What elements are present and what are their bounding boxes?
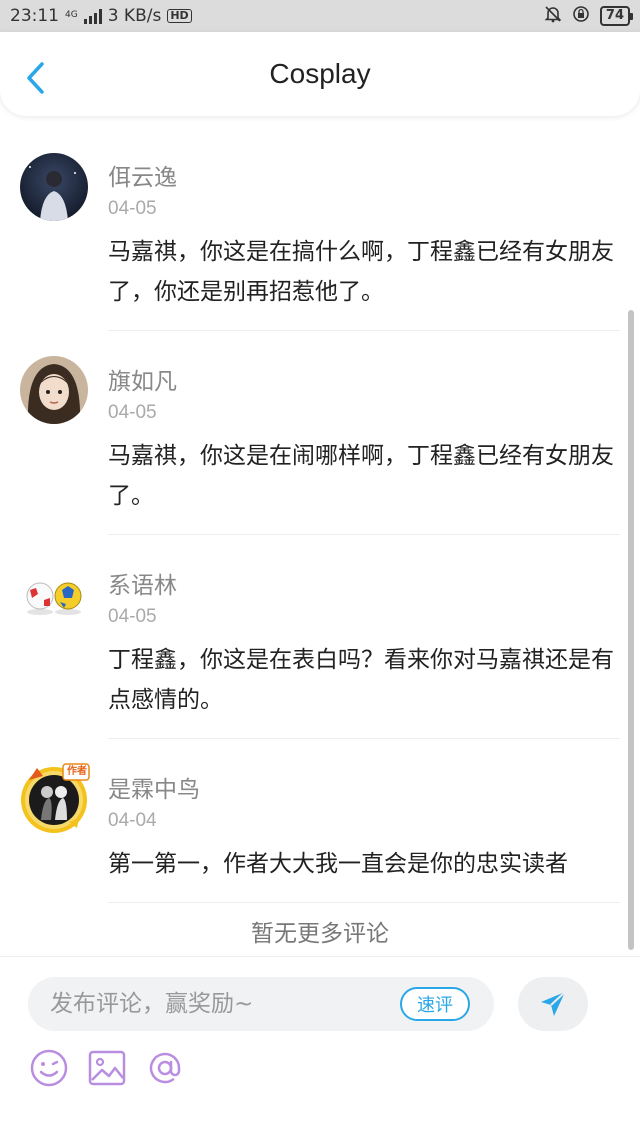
page-title: Cosplay bbox=[269, 58, 371, 89]
back-button[interactable] bbox=[18, 60, 54, 96]
status-time: 23:11 bbox=[10, 6, 59, 26]
alarm-icon bbox=[572, 5, 590, 28]
divider bbox=[108, 902, 620, 903]
emoji-button[interactable] bbox=[28, 1047, 70, 1089]
avatar[interactable] bbox=[20, 153, 88, 221]
comment-username[interactable]: 系语林 bbox=[108, 566, 177, 600]
image-button[interactable] bbox=[86, 1047, 128, 1089]
avatar[interactable]: 作者 bbox=[17, 760, 91, 834]
scrollbar[interactable] bbox=[628, 310, 634, 950]
status-bar: 23:11 4G 3 KB/s HD 74 bbox=[0, 0, 640, 32]
divider bbox=[108, 330, 620, 331]
send-button[interactable] bbox=[518, 977, 588, 1031]
smiley-icon bbox=[30, 1049, 68, 1087]
comment-text: 马嘉祺，你这是在搞什么啊，丁程鑫已经有女朋友了，你还是别再招惹他了。 bbox=[108, 239, 614, 305]
no-more-comments-label: 暂无更多评论 bbox=[251, 921, 389, 947]
at-sign-icon bbox=[149, 1052, 181, 1084]
comment-date: 04-05 bbox=[108, 198, 157, 219]
hd-icon: HD bbox=[167, 9, 192, 23]
chevron-left-icon bbox=[27, 62, 44, 94]
divider bbox=[108, 534, 620, 535]
comment-username[interactable]: 旗如凡 bbox=[108, 362, 177, 396]
divider bbox=[108, 738, 620, 739]
comment-date: 04-05 bbox=[108, 402, 157, 423]
network-label: 4G bbox=[65, 10, 78, 20]
network-speed: 3 KB/s bbox=[107, 6, 162, 26]
comment-username[interactable]: 是霖中鸟 bbox=[108, 770, 200, 804]
image-icon bbox=[88, 1050, 126, 1086]
mention-button[interactable] bbox=[144, 1047, 186, 1089]
comment-text: 丁程鑫，你这是在表白吗？看来你对马嘉祺还是有点感情的。 bbox=[108, 647, 614, 713]
comment-text: 第一第一，作者大大我一直会是你的忠实读者 bbox=[108, 851, 568, 877]
comment-date: 04-04 bbox=[108, 810, 157, 831]
top-app-bar: Cosplay bbox=[0, 32, 640, 116]
comment-date: 04-05 bbox=[108, 606, 157, 627]
signal-icon bbox=[83, 8, 102, 24]
bell-off-icon bbox=[544, 5, 562, 28]
author-badge: 作者 bbox=[67, 766, 87, 777]
avatar[interactable] bbox=[20, 560, 88, 628]
send-icon bbox=[541, 991, 566, 1016]
avatar[interactable] bbox=[20, 356, 88, 424]
comment-composer: 速评 bbox=[0, 956, 640, 1138]
quick-comment-button[interactable]: 速评 bbox=[400, 987, 470, 1021]
comment-username[interactable]: 佴云逸 bbox=[108, 158, 177, 192]
comment-text: 马嘉祺，你这是在闹哪样啊，丁程鑫已经有女朋友了。 bbox=[108, 443, 614, 509]
battery-indicator: 74 bbox=[599, 6, 634, 26]
